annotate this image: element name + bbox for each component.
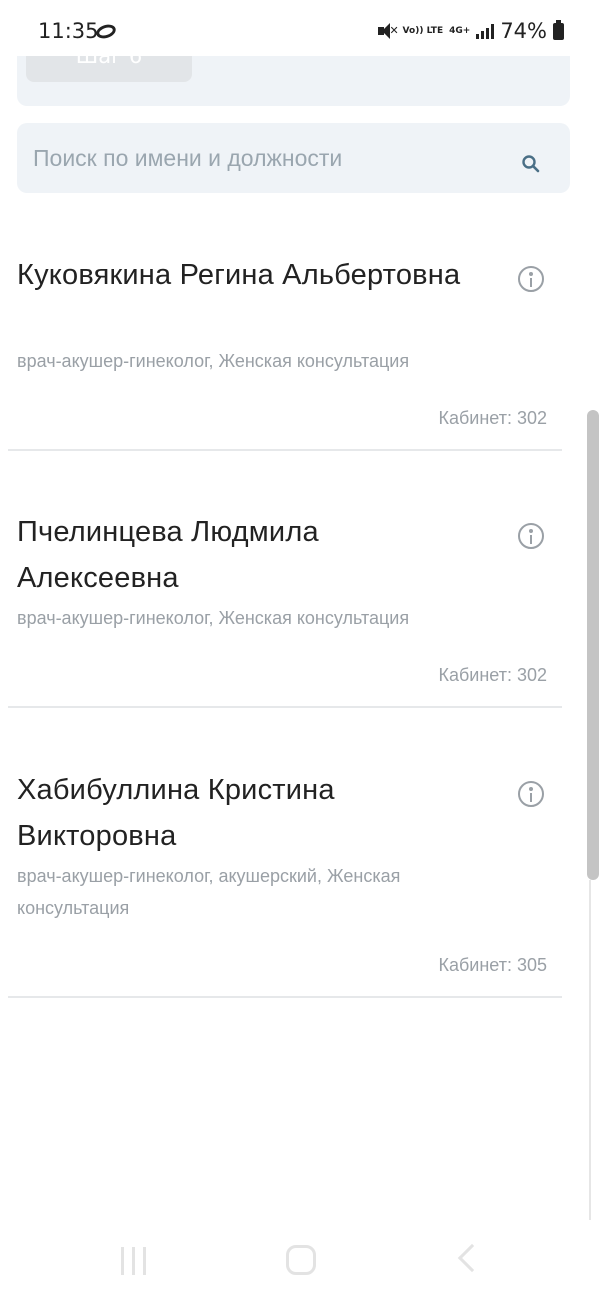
info-icon[interactable] <box>518 266 544 292</box>
recent-apps-icon[interactable] <box>121 1247 147 1275</box>
doctor-item[interactable]: Куковякина Регина Альбертовна врач-акуше… <box>8 230 562 451</box>
search-icon[interactable] <box>521 154 541 174</box>
doctor-room: Кабинет: 302 <box>438 665 548 685</box>
status-time: 11:35 <box>38 19 99 43</box>
search-input[interactable] <box>33 141 503 175</box>
info-icon[interactable] <box>518 523 544 549</box>
scrollbar-track <box>589 880 591 1220</box>
battery-percent: 74% <box>500 19 547 43</box>
home-icon[interactable] <box>286 1245 316 1275</box>
volte-icon: Vo)) LTE <box>402 25 444 36</box>
signal-icon <box>476 23 495 39</box>
doctor-item[interactable]: Хабибуллина Кристина Викторовна врач-аку… <box>8 745 562 998</box>
status-bar: 11:35 ✕ Vo)) LTE 4G+ 74% <box>0 0 600 56</box>
doctor-specialty: врач-акушер-гинеколог, Женская консульта… <box>17 608 410 628</box>
doctor-name: Куковякина Регина Альбертовна <box>17 259 461 291</box>
mute-icon: ✕ <box>377 21 399 41</box>
doctor-item[interactable]: Пчелинцева Людмила Алексеевна врач-акуше… <box>8 487 562 708</box>
doctor-room: Кабинет: 302 <box>438 408 548 428</box>
doctor-room: Кабинет: 305 <box>438 955 548 975</box>
scrollbar-thumb[interactable] <box>587 410 599 880</box>
system-nav-bar <box>0 1220 600 1299</box>
battery-icon <box>553 19 564 40</box>
doctor-specialty: врач-акушер-гинеколог, акушерский, Женск… <box>17 866 401 918</box>
status-icons: ✕ Vo)) LTE 4G+ 74% <box>377 17 564 45</box>
search-bar <box>17 123 570 193</box>
doctor-specialty: врач-акушер-гинеколог, Женская консульта… <box>17 351 410 371</box>
info-icon[interactable] <box>518 781 544 807</box>
doctor-name: Хабибуллина Кристина Викторовна <box>17 774 335 852</box>
back-icon[interactable] <box>457 1243 487 1273</box>
network-4g-icon: 4G+ <box>449 25 471 36</box>
doctor-name: Пчелинцева Людмила Алексеевна <box>17 516 319 594</box>
